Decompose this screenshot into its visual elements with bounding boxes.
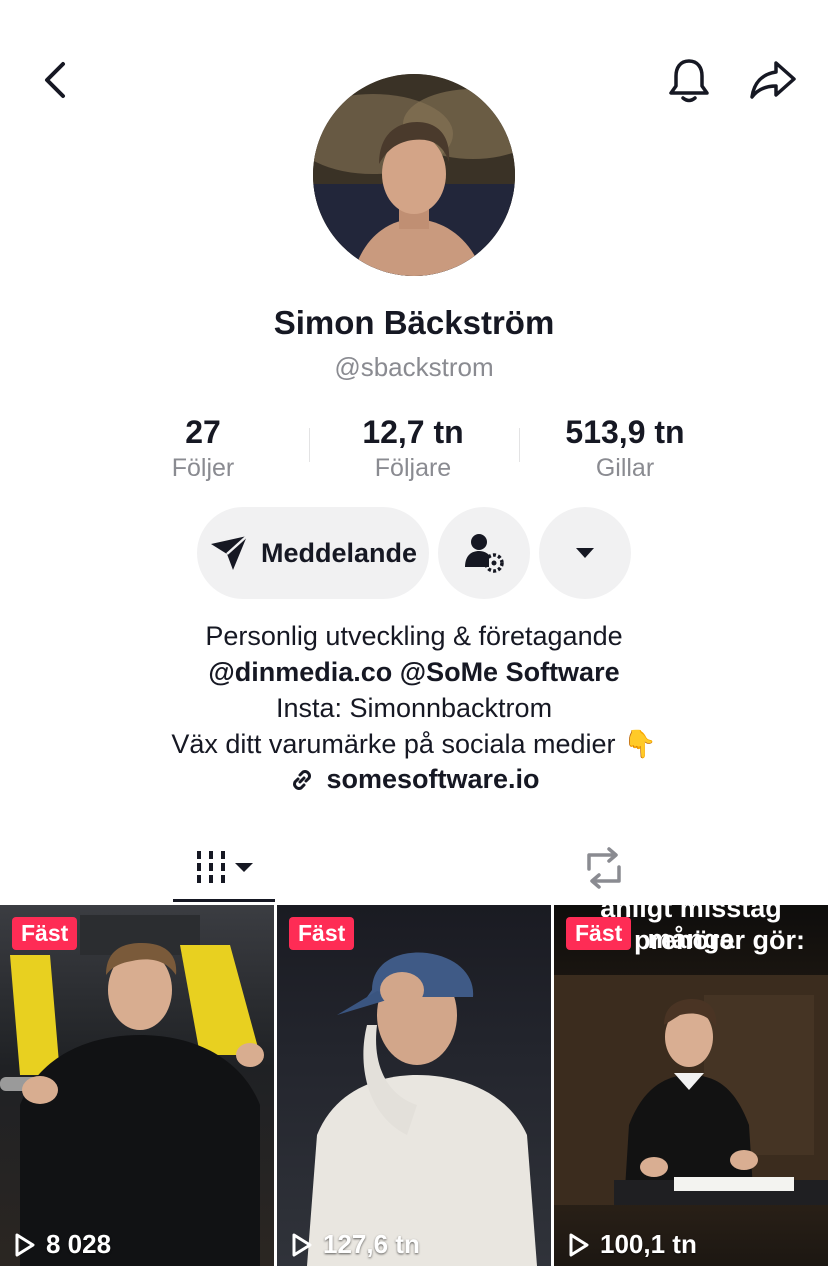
- stat-following[interactable]: 27 Följer: [98, 412, 308, 484]
- bio-line: Insta: Simonnbacktrom: [275, 693, 553, 723]
- more-options-button[interactable]: [539, 507, 631, 599]
- chevron-left-icon: [45, 62, 65, 98]
- stat-value: 513,9 tn: [565, 414, 685, 450]
- avatar[interactable]: [313, 74, 515, 276]
- bio-line: Väx ditt varumärke på sociala medier 👇: [171, 729, 657, 759]
- view-count-text: 8 028: [46, 1229, 112, 1259]
- view-count: 100,1 tn: [568, 1229, 697, 1260]
- video-caption: prenörer gör:: [634, 925, 806, 955]
- view-count-text: 127,6 tn: [323, 1229, 420, 1259]
- share-arrow-icon: [750, 61, 796, 99]
- pinned-badge: Fäst: [289, 917, 355, 950]
- notifications-button[interactable]: [660, 52, 718, 108]
- profile-settings-button[interactable]: [438, 507, 530, 599]
- stat-value: 27: [185, 414, 221, 450]
- message-button-label: Meddelande: [260, 537, 418, 568]
- bell-icon: [669, 59, 709, 103]
- view-count: 8 028: [14, 1229, 111, 1260]
- play-icon: [15, 1233, 35, 1256]
- view-count-text: 100,1 tn: [600, 1229, 697, 1259]
- avatar-photo: [313, 74, 515, 276]
- video-frame: [307, 952, 537, 1266]
- bio-link[interactable]: somesoftware.io: [0, 764, 828, 795]
- profile-name: Simon Bäckström: [273, 304, 555, 341]
- bio-link-text: somesoftware.io: [326, 764, 540, 794]
- tab-videos[interactable]: [175, 838, 275, 898]
- repost-icon: [587, 847, 621, 889]
- bio-mentions[interactable]: @dinmedia.co @SoMe Software: [0, 654, 828, 690]
- video-thumbnail[interactable]: Fäst 127,6 tn: [277, 905, 551, 1266]
- grid-dropdown-icon: [197, 851, 253, 883]
- play-icon: [569, 1233, 589, 1256]
- send-icon: [210, 535, 248, 570]
- tab-reposts[interactable]: [574, 838, 634, 898]
- stat-label: Följare: [374, 454, 452, 482]
- stat-label: Gillar: [595, 454, 655, 482]
- pinned-badge: Fäst: [566, 917, 632, 950]
- back-button[interactable]: [26, 52, 82, 108]
- video-frame: [554, 975, 828, 1205]
- stat-likes[interactable]: 513,9 tn Gillar: [520, 412, 730, 484]
- link-icon: [293, 769, 312, 790]
- caret-down-icon: [576, 548, 594, 558]
- stat-value: 12,7 tn: [362, 414, 464, 450]
- pinned-badge: Fäst: [12, 917, 78, 950]
- tab-active-indicator: [173, 899, 275, 902]
- share-button[interactable]: [742, 52, 804, 108]
- stat-label: Följer: [171, 454, 235, 482]
- message-button[interactable]: Meddelande: [197, 507, 429, 599]
- bio-line: Personlig utveckling & företagande: [205, 621, 623, 651]
- stat-followers[interactable]: 12,7 tn Följare: [308, 412, 518, 484]
- view-count: 127,6 tn: [291, 1229, 420, 1260]
- video-frame: [0, 915, 264, 1266]
- profile-handle: @sbackstrom: [334, 352, 494, 382]
- user-gear-icon: [465, 534, 504, 573]
- play-icon: [292, 1233, 312, 1256]
- video-thumbnail[interactable]: anligt misstag många prenörer gör: Fäst …: [554, 905, 828, 1266]
- video-thumbnail[interactable]: Fäst 8 028: [0, 905, 274, 1266]
